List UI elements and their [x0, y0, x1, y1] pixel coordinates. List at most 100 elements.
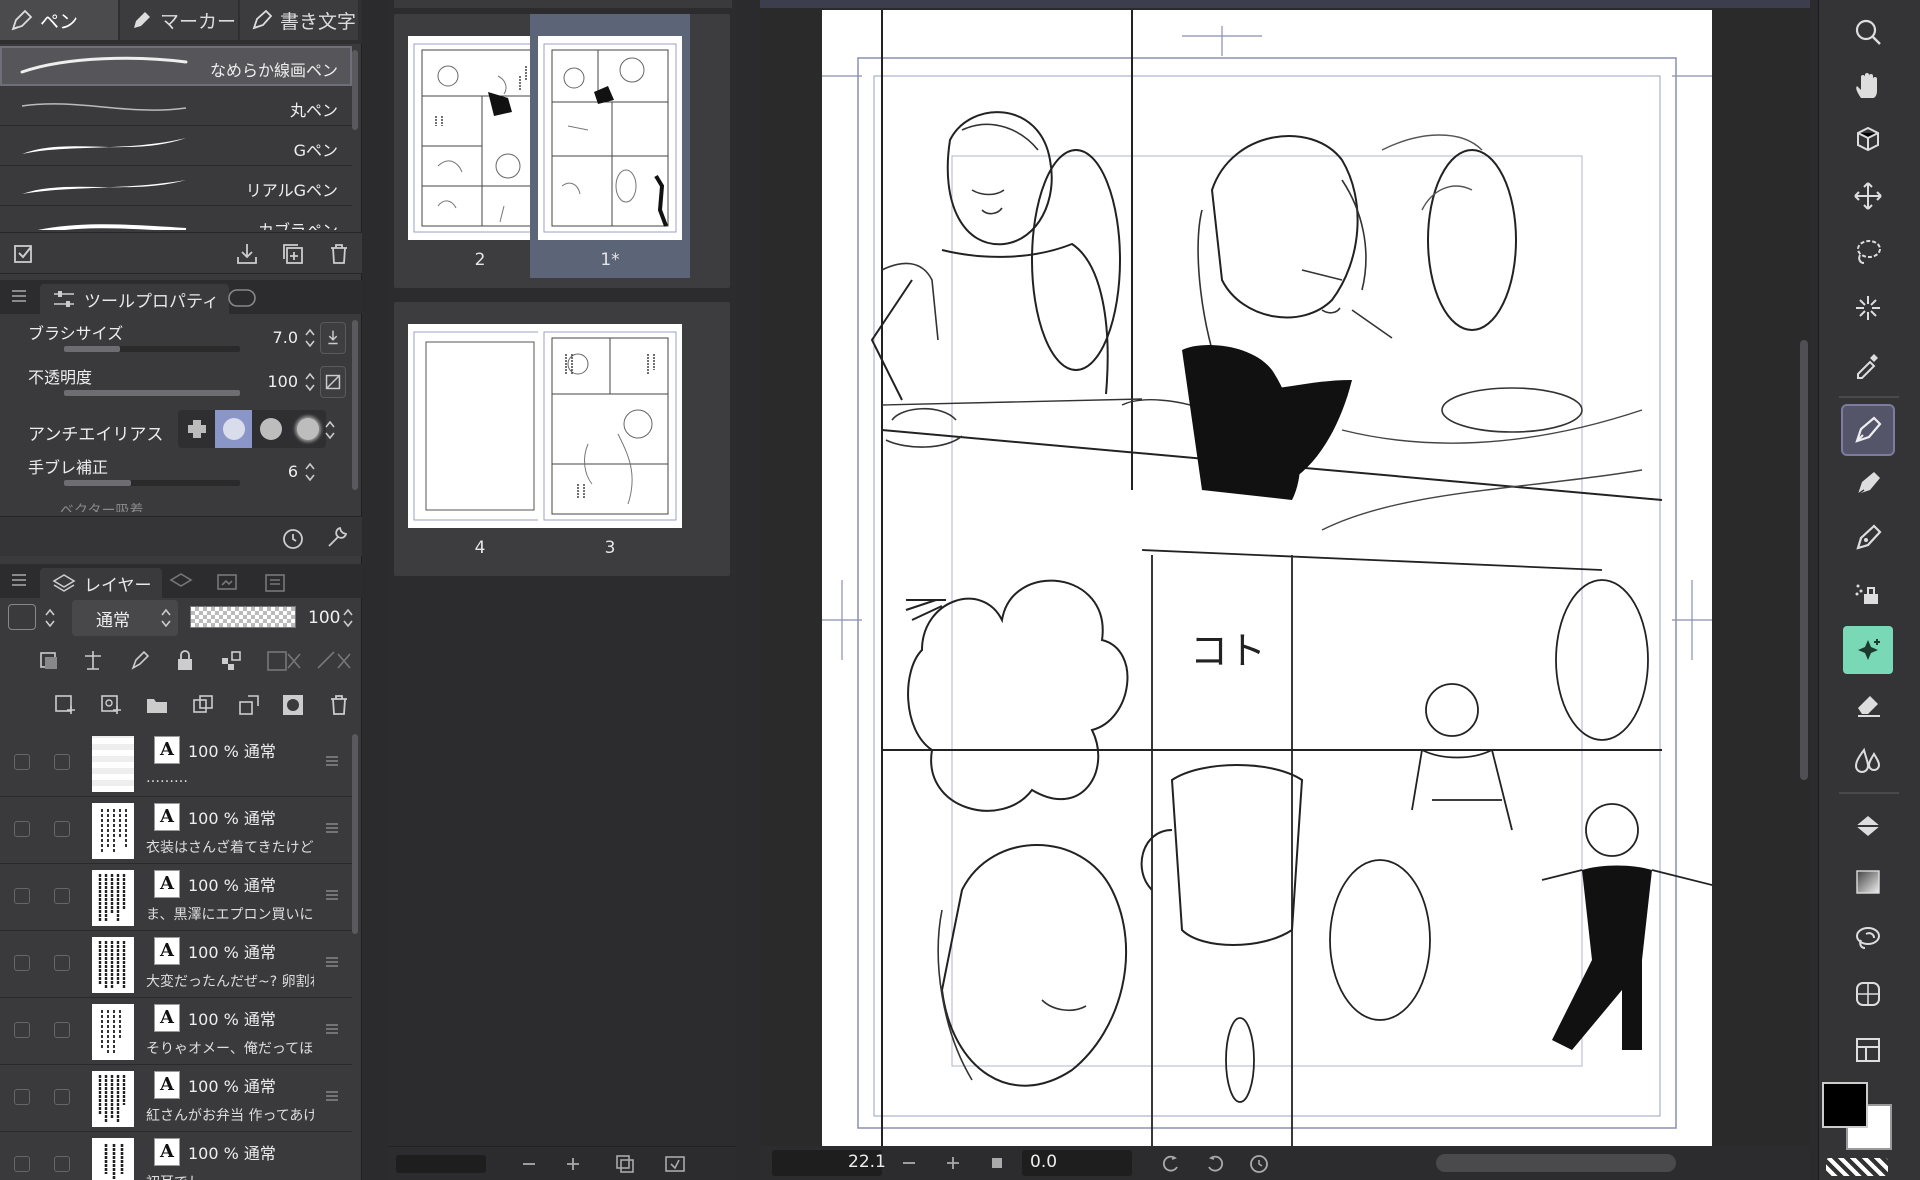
clip-layer-icon[interactable]	[36, 648, 62, 674]
layer-visibility-toggle[interactable]	[14, 1089, 30, 1105]
decoration-tool[interactable]	[1843, 626, 1893, 674]
layer-drag-icon[interactable]	[326, 823, 338, 833]
layer-row[interactable]: A 100 % 通常 ………	[0, 730, 352, 797]
transparent-color-swatch[interactable]	[1826, 1158, 1888, 1176]
tab-pen[interactable]: ペン	[0, 0, 118, 42]
zoom-out-icon[interactable]	[896, 1150, 922, 1176]
layer-opacity-value[interactable]: 100	[308, 608, 340, 628]
layer-drag-icon[interactable]	[326, 756, 338, 766]
canvas-area[interactable]: コト	[760, 0, 1810, 1146]
opacity-value[interactable]: 100	[267, 372, 298, 391]
tab-tool-property[interactable]: ツールプロパティ	[40, 284, 229, 314]
merge-lower-icon[interactable]	[236, 692, 262, 718]
transfer-lower-icon[interactable]	[190, 692, 216, 718]
layer-list-scrollbar[interactable]	[352, 734, 358, 934]
brush-size-row[interactable]: ブラシサイズ 7.0	[16, 318, 346, 360]
zoom-value[interactable]: 22.1	[848, 1152, 886, 1172]
layer-row[interactable]: A 100 % 通常 初耳でし	[0, 1132, 352, 1180]
new-raster-layer-icon[interactable]	[52, 692, 78, 718]
zoom-in-icon[interactable]	[940, 1150, 966, 1176]
selection-tool[interactable]	[1843, 228, 1893, 276]
import-sub-tool-icon[interactable]	[234, 241, 260, 267]
layer-drag-icon[interactable]	[326, 1091, 338, 1101]
stabilization-row[interactable]: 手ブレ補正 6	[16, 452, 346, 494]
panel-menu-icon[interactable]	[12, 574, 26, 586]
contour-fill-tool[interactable]	[1843, 914, 1893, 962]
eraser-tool[interactable]	[1843, 680, 1893, 728]
object-3d-tool[interactable]	[1843, 116, 1893, 164]
delete-sub-tool-icon[interactable]	[326, 241, 352, 267]
airbrush-tool[interactable]	[1843, 570, 1893, 618]
layer-drag-icon[interactable]	[326, 890, 338, 900]
hand-tool[interactable]	[1843, 62, 1893, 110]
auto-select-tool[interactable]	[1843, 284, 1893, 332]
opacity-pressure-button[interactable]	[320, 366, 346, 398]
move-tool[interactable]	[1843, 172, 1893, 220]
opacity-row[interactable]: 不透明度 100	[16, 362, 346, 404]
antialias-selector[interactable]	[178, 410, 326, 448]
layer-lock-toggle[interactable]	[54, 754, 70, 770]
reference-layer-icon[interactable]	[80, 648, 106, 674]
brush-item-g-pen[interactable]: Gペン	[0, 126, 352, 166]
brush-item-maru-pen[interactable]: 丸ペン	[0, 86, 352, 126]
layer-color-toggle[interactable]	[8, 604, 36, 630]
brush-size-preset-button[interactable]	[320, 322, 346, 354]
layer-property-tab-icon[interactable]	[168, 570, 194, 596]
fill-tool[interactable]	[1843, 802, 1893, 850]
history-tab-icon[interactable]	[262, 570, 288, 596]
lock-icon[interactable]	[172, 648, 198, 674]
mask-enable-icon[interactable]	[264, 648, 304, 674]
thumbnail-size-slider[interactable]	[396, 1155, 486, 1173]
tab-layer[interactable]: レイヤー	[40, 568, 162, 598]
page-settings-icon[interactable]	[662, 1151, 688, 1177]
layer-row[interactable]: A 100 % 通常 そりゃオメー、俺だってほじ	[0, 998, 352, 1065]
reset-rotation-icon[interactable]	[1246, 1150, 1272, 1176]
brush-item-kabura-pen[interactable]: カブラペン	[0, 206, 352, 230]
layer-drag-icon[interactable]	[326, 957, 338, 967]
lock-transparent-icon[interactable]	[218, 648, 244, 674]
stabilization-value[interactable]: 6	[288, 462, 298, 481]
layer-lock-toggle[interactable]	[54, 821, 70, 837]
duplicate-page-icon[interactable]	[612, 1151, 638, 1177]
brush-tool[interactable]	[1843, 514, 1893, 562]
antialias-none-option[interactable]	[178, 410, 215, 448]
layer-opacity-spinner-icon[interactable]	[342, 606, 354, 630]
layer-row[interactable]: A 100 % 通常 大変だったんだぜ~? 卵割れ	[0, 931, 352, 998]
layer-visibility-toggle[interactable]	[14, 821, 30, 837]
layer-drag-icon[interactable]	[326, 1024, 338, 1034]
main-color-swatch[interactable]	[1822, 1082, 1868, 1128]
zoom-tool[interactable]	[1843, 8, 1893, 56]
layer-lock-toggle[interactable]	[54, 955, 70, 971]
sub-tool-scrollbar[interactable]	[352, 50, 358, 130]
layer-color-spinner-icon[interactable]	[44, 606, 56, 630]
rotation-value[interactable]: 0.0	[1030, 1152, 1057, 1172]
brush-item-smooth-lineart[interactable]: なめらか線画ペン	[0, 46, 352, 86]
antialias-medium-option[interactable]	[252, 410, 289, 448]
canvas-vertical-scrollbar[interactable]	[1800, 340, 1808, 780]
layer-row[interactable]: A 100 % 通常 紅さんがお弁当 作ってあげた	[0, 1065, 352, 1132]
canvas-horizontal-scrollbar[interactable]	[1436, 1154, 1676, 1172]
fit-to-window-icon[interactable]	[984, 1150, 1010, 1176]
tool-property-scrollbar[interactable]	[352, 320, 358, 490]
tab-marker[interactable]: マーカー	[120, 0, 238, 42]
layer-lock-toggle[interactable]	[54, 1022, 70, 1038]
stabilization-slider[interactable]	[64, 480, 240, 486]
new-folder-icon[interactable]	[144, 692, 170, 718]
antialias-strong-option[interactable]	[289, 410, 326, 448]
figure-tool[interactable]	[1843, 970, 1893, 1018]
reset-settings-icon[interactable]	[280, 525, 306, 551]
layer-lock-toggle[interactable]	[54, 1089, 70, 1105]
layer-opacity-slider[interactable]	[190, 606, 296, 628]
draft-layer-icon[interactable]	[128, 648, 154, 674]
pen-tool[interactable]	[1841, 404, 1895, 456]
page-thumbnail-1[interactable]	[538, 36, 682, 240]
wrench-icon[interactable]	[324, 525, 350, 551]
pencil-tool[interactable]	[1843, 460, 1893, 508]
layer-row[interactable]: A 100 % 通常 衣装はさんざ着てきたけど あ	[0, 797, 352, 864]
rotate-left-icon[interactable]	[1158, 1150, 1184, 1176]
layer-visibility-toggle[interactable]	[14, 1156, 30, 1172]
brush-size-slider[interactable]	[64, 346, 240, 352]
manga-page-canvas[interactable]: コト	[822, 10, 1733, 1146]
blend-mode-select[interactable]: 通常	[72, 600, 178, 636]
antialias-weak-option[interactable]	[215, 410, 252, 448]
